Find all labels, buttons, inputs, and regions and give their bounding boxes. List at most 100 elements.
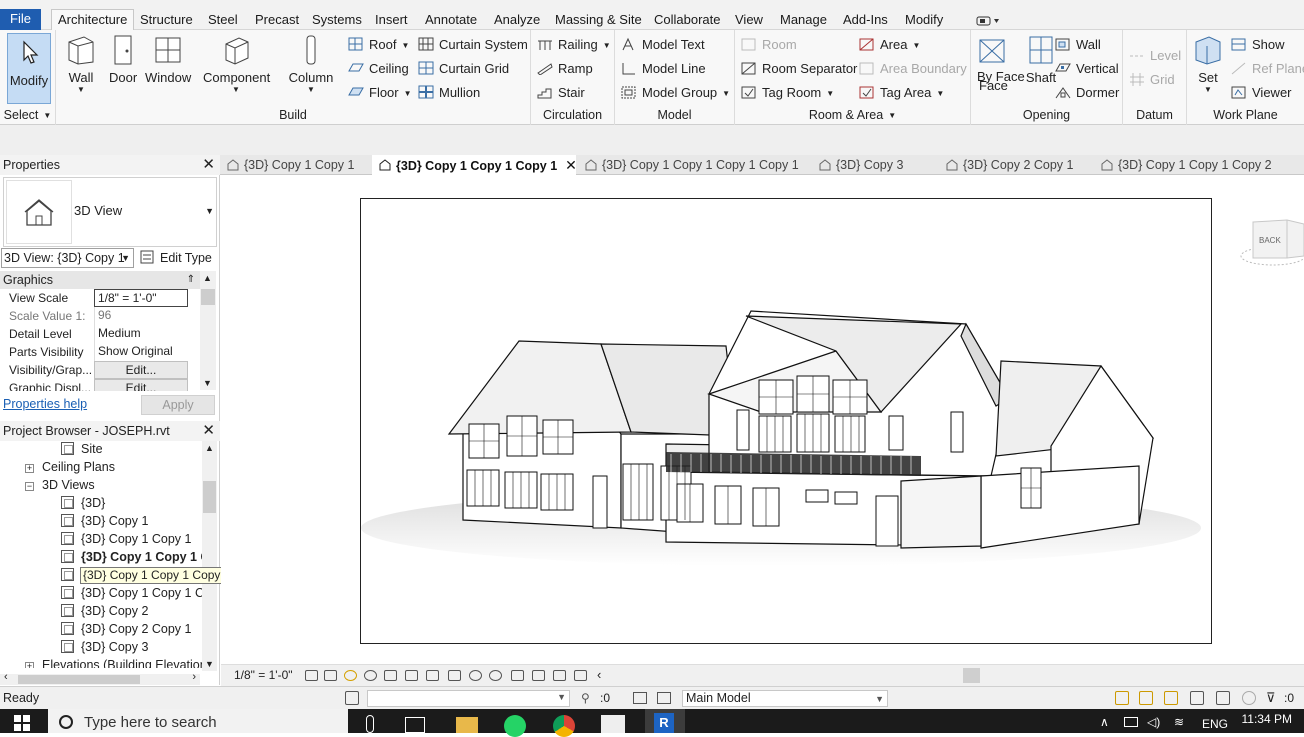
graphic-display-edit-button[interactable]: Edit... bbox=[94, 379, 188, 391]
tree-group[interactable]: + Ceiling Plans bbox=[25, 458, 115, 476]
dormer-button[interactable]: Dormer bbox=[1055, 83, 1119, 103]
type-selector[interactable]: 3D View ▼ bbox=[3, 177, 217, 247]
modify-button[interactable]: Modify bbox=[7, 33, 51, 104]
show-analytical-model-icon[interactable] bbox=[532, 670, 545, 681]
close-project-browser-icon[interactable]: ✕ bbox=[202, 421, 215, 441]
expand-icon[interactable]: + bbox=[25, 464, 34, 473]
tree-item[interactable] bbox=[61, 566, 81, 584]
show-button[interactable]: Show bbox=[1231, 35, 1285, 55]
canvas-hscroll-thumb[interactable] bbox=[963, 668, 980, 683]
vertical-opening-button[interactable]: Vertical bbox=[1055, 59, 1119, 79]
reveal-hidden-icon[interactable] bbox=[489, 670, 502, 681]
edit-type-button[interactable]: Edit Type bbox=[140, 248, 212, 268]
reveal-constraints-icon[interactable] bbox=[574, 670, 587, 681]
windows-start-icon[interactable] bbox=[14, 715, 30, 734]
visual-style-icon[interactable] bbox=[324, 670, 337, 681]
tab-structure[interactable]: Structure bbox=[136, 10, 197, 30]
drag-elements-icon[interactable] bbox=[1216, 691, 1230, 705]
photos-icon[interactable] bbox=[601, 715, 625, 733]
tab-file[interactable]: File bbox=[0, 9, 41, 30]
3d-view-canvas[interactable]: BACK bbox=[221, 176, 1304, 664]
tree-item[interactable]: {3D} Copy 1 Copy 1 Co bbox=[61, 584, 202, 602]
tab-precast[interactable]: Precast bbox=[251, 10, 303, 30]
select-panel-title[interactable]: Select ▼ bbox=[0, 108, 55, 122]
collapse-icon[interactable]: − bbox=[25, 482, 34, 491]
grid-button[interactable]: Grid bbox=[1129, 70, 1175, 90]
ref-plane-button[interactable]: Ref Plane bbox=[1231, 59, 1304, 79]
wifi-icon[interactable]: ≋ bbox=[1174, 715, 1184, 729]
shadows-icon[interactable] bbox=[364, 670, 377, 681]
view-tab[interactable]: {3D} Copy 1 Copy 1 Copy 1 Copy 1 bbox=[578, 155, 808, 175]
tree-item[interactable]: Site bbox=[61, 440, 103, 458]
tree-item-active[interactable]: {3D} Copy 1 Copy 1 Co bbox=[61, 548, 202, 566]
wall-button[interactable]: Wall ▼ bbox=[66, 34, 96, 94]
revit-taskbar-button[interactable]: R bbox=[645, 709, 685, 733]
close-properties-icon[interactable]: ✕ bbox=[202, 155, 215, 175]
shaft-button[interactable]: Shaft bbox=[1023, 34, 1059, 85]
wall-opening-button[interactable]: Wall bbox=[1055, 35, 1101, 55]
select-pinned-icon[interactable] bbox=[1164, 691, 1178, 705]
tree-group[interactable]: + Elevations (Building Elevation bbox=[25, 656, 202, 668]
project-browser-scrollbar[interactable]: ▲ ▼ bbox=[202, 441, 217, 671]
project-browser-hscrollbar[interactable]: ‹ › bbox=[0, 671, 200, 685]
active-workset-dropdown[interactable]: ▼ bbox=[367, 690, 570, 707]
design-option-set-icon[interactable] bbox=[657, 692, 671, 704]
apply-button[interactable]: Apply bbox=[141, 395, 215, 415]
ramp-button[interactable]: Ramp bbox=[537, 59, 593, 79]
curtain-grid-button[interactable]: Curtain Grid bbox=[418, 59, 509, 79]
room-separator-button[interactable]: Room Separator bbox=[741, 59, 857, 79]
door-button[interactable]: Door bbox=[109, 34, 137, 85]
floor-button[interactable]: Floor ▼ bbox=[348, 83, 412, 103]
tab-add-ins[interactable]: Add-Ins bbox=[839, 10, 892, 30]
view-scale-field[interactable]: 1/8" = 1'-0" bbox=[94, 289, 188, 307]
design-options-icon[interactable] bbox=[633, 692, 647, 704]
visibility-edit-button[interactable]: Edit... bbox=[94, 361, 188, 379]
taskbar-search-box[interactable]: Type here to search bbox=[48, 709, 348, 733]
room-button[interactable]: Room bbox=[741, 35, 797, 55]
view-tab[interactable]: {3D} Copy 2 Copy 1 bbox=[939, 155, 1089, 175]
properties-scrollbar[interactable]: ▲ ▼ bbox=[200, 271, 216, 390]
component-button[interactable]: Component ▼ bbox=[203, 34, 270, 94]
tab-steel[interactable]: Steel bbox=[204, 10, 242, 30]
curtain-system-button[interactable]: Curtain System bbox=[418, 35, 528, 55]
stair-button[interactable]: Stair bbox=[537, 83, 585, 103]
tree-item[interactable]: {3D} Copy 1 Copy 1 bbox=[61, 530, 192, 548]
sun-path-icon[interactable] bbox=[344, 670, 357, 681]
lock-3d-view-icon[interactable] bbox=[448, 670, 461, 681]
close-tab-icon[interactable]: ✕ bbox=[565, 157, 577, 173]
tab-annotate[interactable]: Annotate bbox=[421, 10, 481, 30]
tab-systems[interactable]: Systems bbox=[308, 10, 366, 30]
tree-item[interactable]: {3D} Copy 1 bbox=[61, 512, 148, 530]
collapse-bar-icon[interactable]: ‹ bbox=[597, 667, 601, 682]
roof-button[interactable]: Roof ▼ bbox=[348, 35, 409, 55]
task-view-icon[interactable] bbox=[405, 717, 425, 733]
network-icon[interactable] bbox=[1124, 717, 1138, 727]
expand-icon[interactable]: + bbox=[25, 662, 34, 668]
tag-room-button[interactable]: Tag Room ▼ bbox=[741, 83, 834, 103]
tree-item[interactable]: {3D} Copy 2 bbox=[61, 602, 148, 620]
graphics-group-header[interactable]: Graphics ⇑ bbox=[0, 271, 200, 289]
instance-view-selector[interactable]: 3D View: {3D} Copy 1 ▼ bbox=[1, 248, 134, 268]
tree-group[interactable]: −3D Views bbox=[25, 476, 95, 494]
set-button[interactable]: Set ▼ bbox=[1192, 34, 1224, 94]
design-option-dropdown[interactable]: Main Model ▼ bbox=[682, 690, 888, 707]
whatsapp-icon[interactable] bbox=[504, 715, 526, 737]
render-icon[interactable] bbox=[384, 670, 397, 681]
temporary-hide-icon[interactable] bbox=[469, 670, 482, 681]
background-processes-icon[interactable] bbox=[1242, 691, 1256, 705]
mullion-button[interactable]: Mullion bbox=[418, 83, 480, 103]
view-tab[interactable]: {3D} Copy 3 bbox=[812, 155, 932, 175]
room-area-panel-title[interactable]: Room & Area ▼ bbox=[735, 108, 970, 122]
show-hidden-icons[interactable]: ∧ bbox=[1100, 715, 1109, 729]
temporary-view-properties-icon[interactable] bbox=[511, 670, 524, 681]
type-dropdown-icon[interactable]: ▼ bbox=[205, 206, 214, 216]
view-scale-button[interactable]: 1/8" = 1'-0" bbox=[234, 668, 293, 682]
show-crop-icon[interactable] bbox=[426, 670, 439, 681]
tab-manage[interactable]: Manage bbox=[776, 10, 831, 30]
window-button[interactable]: Window bbox=[145, 34, 191, 85]
ceiling-button[interactable]: Ceiling bbox=[348, 59, 409, 79]
system-clock[interactable]: 11:34 PM bbox=[1242, 712, 1292, 726]
tab-massing-site[interactable]: Massing & Site bbox=[551, 10, 646, 30]
column-button[interactable]: Column ▼ bbox=[288, 34, 334, 94]
viewcube-icon[interactable]: BACK bbox=[1237, 216, 1304, 268]
